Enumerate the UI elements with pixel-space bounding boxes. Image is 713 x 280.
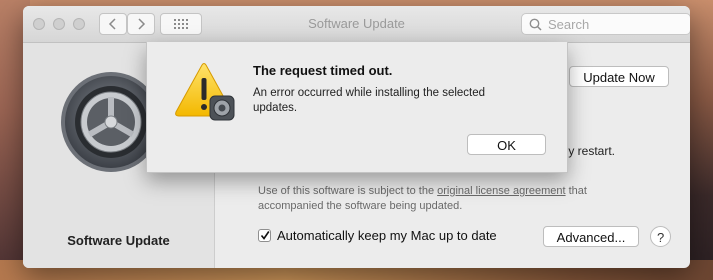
advanced-button[interactable]: Advanced... [543, 226, 639, 247]
checkmark-icon [260, 231, 270, 240]
alert-sheet: The request timed out. An error occurred… [146, 42, 568, 173]
restart-status-text: lly restart. [563, 144, 616, 158]
warning-icon [175, 63, 235, 121]
license-text: Use of this software is subject to the o… [258, 184, 638, 214]
license-agreement-link[interactable]: original license agreement [437, 185, 565, 197]
auto-update-label: Automatically keep my Mac up to date [277, 228, 497, 243]
title-bar: Software Update [23, 6, 690, 43]
license-prefix: Use of this software is subject to the [258, 185, 438, 197]
auto-update-option[interactable]: Automatically keep my Mac up to date [258, 228, 497, 243]
search-field[interactable] [521, 13, 690, 35]
auto-update-checkbox[interactable] [258, 229, 271, 242]
search-input[interactable] [546, 15, 685, 33]
alert-message: An error occurred while installing the s… [253, 87, 486, 114]
alert-title: The request timed out. [253, 63, 393, 78]
help-button[interactable]: ? [650, 226, 671, 247]
update-now-button[interactable]: Update Now [569, 66, 669, 87]
search-icon [529, 18, 542, 31]
sidebar-title: Software Update [67, 233, 170, 248]
ok-button[interactable]: OK [467, 134, 546, 155]
